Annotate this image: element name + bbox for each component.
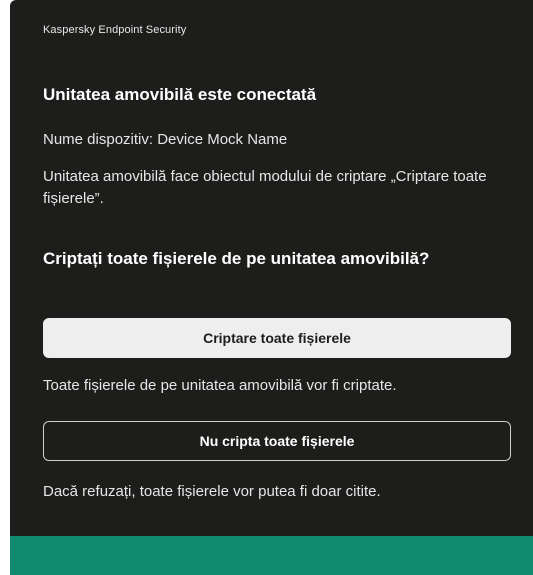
do-not-encrypt-button[interactable]: Nu cripta toate fișierele: [43, 421, 511, 461]
do-not-encrypt-button-label: Nu cripta toate fișierele: [199, 433, 355, 449]
app-title: Kaspersky Endpoint Security: [43, 24, 187, 36]
encryption-policy-text: Unitatea amovibilă face obiectul modului…: [43, 168, 487, 207]
encrypt-hint-text: Toate fișierele de pe unitatea amovibilă…: [43, 377, 397, 394]
accent-footer-bar: [10, 536, 533, 575]
notification-heading: Unitatea amovibilă este conectată: [43, 85, 317, 104]
decline-hint-text: Dacă refuzați, toate fișierele vor putea…: [43, 483, 381, 500]
device-name-text: Nume dispozitiv: Device Mock Name: [43, 131, 288, 148]
encrypt-all-files-button[interactable]: Criptare toate fișierele: [43, 318, 511, 358]
encrypt-all-files-button-label: Criptare toate fișierele: [203, 330, 351, 346]
encrypt-question: Criptați toate fișierele de pe unitatea …: [43, 249, 430, 268]
notification-window: Kaspersky Endpoint Security Unitatea amo…: [10, 0, 533, 575]
